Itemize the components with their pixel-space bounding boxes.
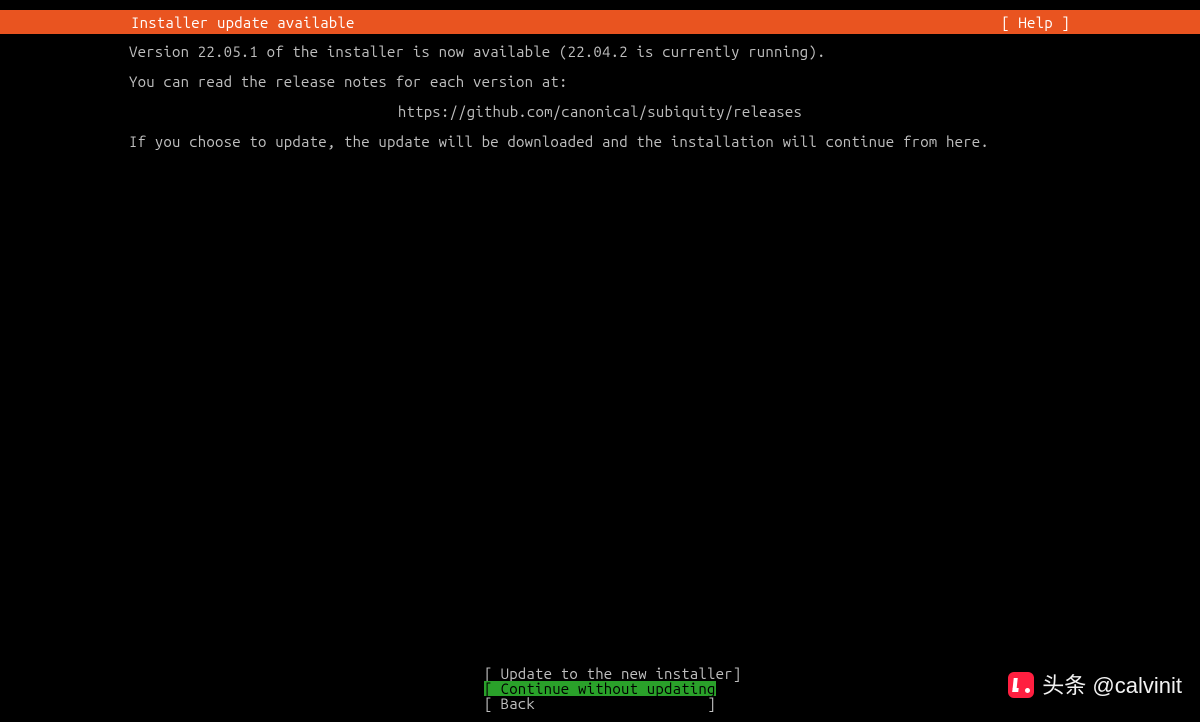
- bracket-right-icon: ]: [733, 666, 742, 681]
- watermark-logo-icon: [1008, 672, 1034, 698]
- release-notes-url: https://github.com/canonical/subiquity/r…: [129, 104, 1071, 119]
- bracket-right-icon: ]: [707, 696, 716, 711]
- header-bar: Installer update available [ Help ]: [0, 10, 1200, 34]
- watermark: 头条 @calvinit: [1008, 672, 1182, 698]
- help-button[interactable]: [ Help ]: [1001, 15, 1200, 30]
- update-button[interactable]: [ Update to the new installer ]: [484, 666, 716, 681]
- bracket-left-icon: [: [484, 696, 493, 711]
- update-button-label: Update to the new installer: [493, 666, 733, 681]
- back-button[interactable]: [ Back ]: [484, 696, 716, 711]
- bracket-left-icon: [: [484, 666, 493, 681]
- watermark-text: 头条 @calvinit: [1042, 678, 1182, 693]
- page-title: Installer update available: [0, 15, 355, 30]
- continue-button-label: Continue without updating: [493, 681, 716, 696]
- continue-button[interactable]: [ Continue without updating ]: [484, 681, 716, 696]
- update-info-text: If you choose to update, the update will…: [129, 134, 1071, 149]
- release-notes-intro: You can read the release notes for each …: [129, 74, 1071, 89]
- content-area: Version 22.05.1 of the installer is now …: [129, 44, 1071, 164]
- bracket-right-icon: ]: [716, 681, 725, 696]
- version-info-text: Version 22.05.1 of the installer is now …: [129, 44, 1071, 59]
- bracket-left-icon: [: [484, 681, 493, 696]
- back-button-label: Back: [493, 696, 535, 711]
